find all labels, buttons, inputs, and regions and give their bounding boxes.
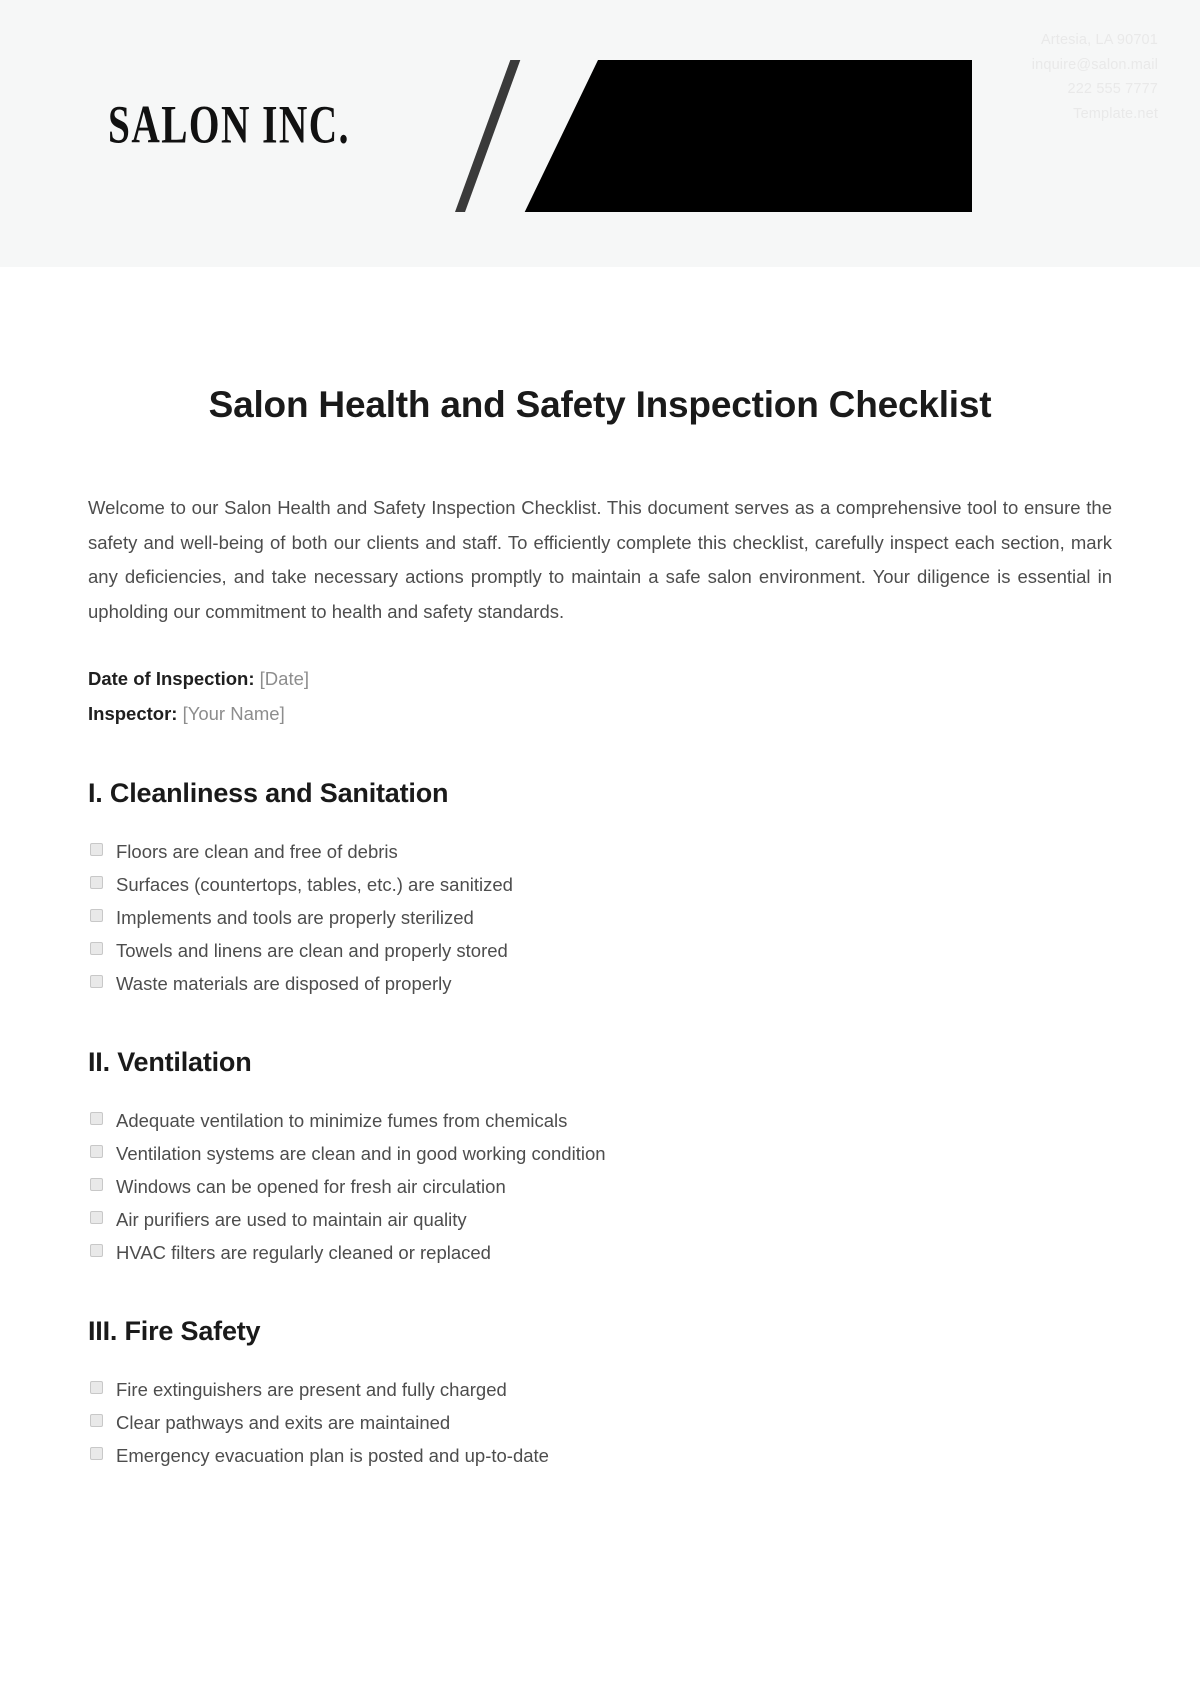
list-item[interactable]: Fire extinguishers are present and fully… (88, 1373, 1112, 1406)
contact-info-block (524, 60, 972, 212)
intro-paragraph: Welcome to our Salon Health and Safety I… (88, 497, 1112, 622)
document-body: Salon Health and Safety Inspection Check… (0, 377, 1200, 1472)
list-item[interactable]: Floors are clean and free of debris (88, 835, 1112, 868)
contact-phone: 222 555 7777 (1067, 81, 1158, 97)
inspector-value[interactable]: [Your Name] (183, 703, 285, 724)
section-heading: I. Cleanliness and Sanitation (88, 778, 449, 808)
checkbox-icon[interactable] (90, 1244, 103, 1257)
section-heading: II. Ventilation (88, 1047, 252, 1077)
checkbox-icon[interactable] (90, 1381, 103, 1394)
checkbox-icon[interactable] (90, 1112, 103, 1125)
list-item-label: Floors are clean and free of debris (116, 841, 398, 862)
list-item[interactable]: Adequate ventilation to minimize fumes f… (88, 1104, 1112, 1137)
list-item-label: Waste materials are disposed of properly (116, 973, 452, 994)
contact-address: Artesia, LA 90701 (1040, 32, 1158, 48)
list-item[interactable]: Air purifiers are used to maintain air q… (88, 1203, 1112, 1236)
list-item-label: Towels and linens are clean and properly… (116, 940, 508, 961)
date-of-inspection-field: Date of Inspection: [Date] (88, 662, 1112, 697)
page-title: Salon Health and Safety Inspection Check… (208, 384, 992, 425)
list-item-label: HVAC filters are regularly cleaned or re… (116, 1242, 491, 1263)
brand-logo-text: SALON INC. (108, 93, 350, 155)
list-item-label: Adequate ventilation to minimize fumes f… (116, 1110, 568, 1131)
checkbox-icon[interactable] (90, 1178, 103, 1191)
checklist: Floors are clean and free of debris Surf… (88, 835, 1112, 1000)
list-item-label: Ventilation systems are clean and in goo… (116, 1143, 606, 1164)
checkbox-icon[interactable] (90, 975, 103, 988)
list-item[interactable]: Towels and linens are clean and properly… (88, 934, 1112, 967)
list-item[interactable]: Implements and tools are properly steril… (88, 901, 1112, 934)
contact-website: Template.net (1073, 105, 1158, 122)
date-of-inspection-value[interactable]: [Date] (260, 668, 309, 689)
section-heading: III. Fire Safety (88, 1316, 261, 1346)
list-item-label: Windows can be opened for fresh air circ… (116, 1176, 506, 1197)
inspection-fields: Date of Inspection: [Date] Inspector: [Y… (88, 662, 1112, 731)
checkbox-icon[interactable] (90, 942, 103, 955)
checkbox-icon[interactable] (90, 1414, 103, 1427)
checkbox-icon[interactable] (90, 843, 103, 856)
checklist: Fire extinguishers are present and fully… (88, 1373, 1112, 1472)
brand-logo: SALON INC. (108, 97, 508, 151)
checkbox-icon[interactable] (90, 876, 103, 889)
list-item[interactable]: Waste materials are disposed of properly (88, 967, 1112, 1000)
list-item-label: Clear pathways and exits are maintained (116, 1412, 451, 1433)
list-item-label: Emergency evacuation plan is posted and … (116, 1445, 549, 1466)
section-ventilation: II. Ventilation Adequate ventilation to … (88, 1044, 1112, 1269)
list-item-label: Implements and tools are properly steril… (116, 907, 474, 928)
list-item[interactable]: Surfaces (countertops, tables, etc.) are… (88, 868, 1112, 901)
checkbox-icon[interactable] (90, 909, 103, 922)
checkbox-icon[interactable] (90, 1447, 103, 1460)
contact-info-list: Artesia, LA 90701 inquire@salon.mail 222… (1032, 28, 1158, 126)
list-item[interactable]: Ventilation systems are clean and in goo… (88, 1137, 1112, 1170)
list-item[interactable]: HVAC filters are regularly cleaned or re… (88, 1236, 1112, 1269)
list-item-label: Fire extinguishers are present and fully… (116, 1379, 507, 1400)
date-of-inspection-label: Date of Inspection: (88, 668, 255, 689)
contact-email: inquire@salon.mail (1031, 56, 1158, 73)
inspector-label: Inspector: (88, 702, 178, 724)
list-item[interactable]: Clear pathways and exits are maintained (88, 1406, 1112, 1439)
checklist: Adequate ventilation to minimize fumes f… (88, 1104, 1112, 1269)
inspector-field: Inspector: [Your Name] (88, 697, 1112, 732)
section-cleanliness-and-sanitation: I. Cleanliness and Sanitation Floors are… (88, 775, 1112, 1000)
section-fire-safety: III. Fire Safety Fire extinguishers are … (88, 1313, 1112, 1472)
list-item-label: Air purifiers are used to maintain air q… (116, 1209, 467, 1230)
list-item[interactable]: Windows can be opened for fresh air circ… (88, 1170, 1112, 1203)
checkbox-icon[interactable] (90, 1145, 103, 1158)
list-item[interactable]: Emergency evacuation plan is posted and … (88, 1439, 1112, 1472)
checkbox-icon[interactable] (90, 1211, 103, 1224)
page-header: SALON INC. Artesia, LA 90701 inquire@sal… (0, 0, 1200, 267)
list-item-label: Surfaces (countertops, tables, etc.) are… (116, 874, 513, 895)
